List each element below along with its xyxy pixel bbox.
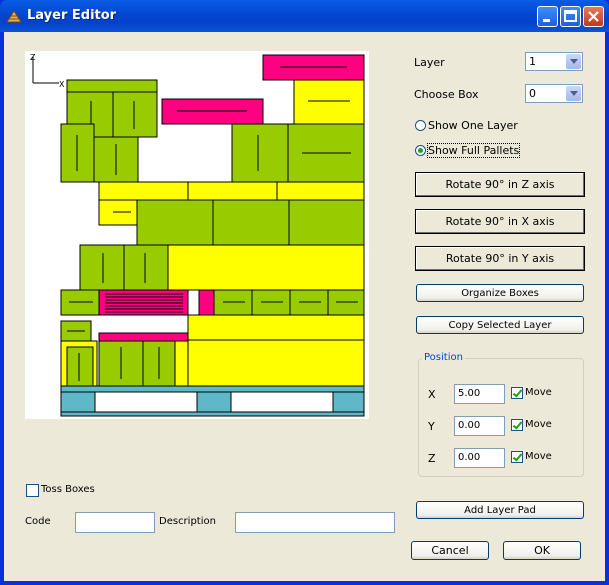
pallet-gap[interactable] <box>230 391 334 413</box>
pallet-view[interactable]: ZX <box>25 51 369 419</box>
layers-icon <box>6 10 22 23</box>
radio-circle-selected[interactable] <box>415 145 426 156</box>
ok-button[interactable]: OK <box>503 541 581 560</box>
window-title: Layer Editor <box>27 8 117 23</box>
box[interactable] <box>212 199 290 246</box>
choose-box-select[interactable]: 0 <box>525 84 583 103</box>
y-label: Y <box>428 420 435 433</box>
layer-editor-window: Layer Editor ZX Layer 1 Choose Box 0 Sho… <box>0 0 609 585</box>
maximize-icon <box>564 10 577 22</box>
box[interactable] <box>187 314 365 341</box>
box[interactable] <box>187 289 200 316</box>
radio-circle[interactable] <box>415 120 426 131</box>
description-label: Description <box>159 516 216 527</box>
chevron-down-icon[interactable] <box>566 86 581 101</box>
chevron-down-icon[interactable] <box>566 54 581 69</box>
minimize-icon <box>543 19 550 22</box>
x-axis-label: X <box>59 80 65 89</box>
description-field[interactable] <box>235 512 395 533</box>
x-field[interactable]: 5.00 <box>454 384 505 404</box>
minimize-button[interactable] <box>537 6 558 27</box>
choose-box-value: 0 <box>529 87 536 100</box>
pallet-drawing: ZX <box>30 53 365 417</box>
box-magenta[interactable] <box>98 332 189 342</box>
close-icon <box>588 11 599 22</box>
box[interactable] <box>66 79 158 93</box>
x-label: X <box>428 388 436 401</box>
organize-boxes-button[interactable]: Organize Boxes <box>416 284 584 302</box>
z-field[interactable]: 0.00 <box>454 448 505 468</box>
cancel-button[interactable]: Cancel <box>411 541 489 560</box>
box[interactable] <box>66 346 94 387</box>
box[interactable] <box>187 181 278 201</box>
rotate-x-button[interactable]: Rotate 90° in X axis <box>415 209 585 234</box>
dialog-client: ZX Layer 1 Choose Box 0 Show One Layer S… <box>4 32 605 581</box>
pallet-top-deck[interactable] <box>60 385 365 393</box>
box[interactable] <box>123 244 169 291</box>
box-yellow[interactable] <box>293 79 365 125</box>
show-full-pallets-radio[interactable]: Show Full Pallets <box>415 143 521 158</box>
box[interactable] <box>79 244 125 291</box>
layer-value: 1 <box>529 55 536 68</box>
layer-label: Layer <box>414 56 445 69</box>
copy-selected-layer-button[interactable]: Copy Selected Layer <box>416 316 584 334</box>
y-move-label: Move <box>525 419 552 430</box>
box[interactable] <box>231 123 289 183</box>
z-axis-label: Z <box>30 53 36 62</box>
box[interactable] <box>136 199 214 246</box>
pallet-block[interactable] <box>196 391 232 413</box>
pallet-bottom-deck[interactable] <box>60 411 365 417</box>
z-label: Z <box>428 452 436 465</box>
box[interactable] <box>167 244 365 291</box>
toss-boxes-label: Toss Boxes <box>41 484 95 495</box>
y-move-checkbox[interactable] <box>511 419 523 431</box>
pallet-gap[interactable] <box>94 391 198 413</box>
toss-boxes-checkbox[interactable] <box>26 484 39 497</box>
z-move-label: Move <box>525 451 552 462</box>
maximize-button[interactable] <box>560 6 581 27</box>
show-full-pallets-label: Show Full Pallets <box>426 143 521 158</box>
x-move-checkbox[interactable] <box>511 387 523 399</box>
pallet-block[interactable] <box>60 391 96 413</box>
box[interactable] <box>174 340 189 387</box>
y-field[interactable]: 0.00 <box>454 416 505 436</box>
rotate-y-button[interactable]: Rotate 90° in Y axis <box>415 246 585 271</box>
box[interactable] <box>276 181 365 201</box>
code-label: Code <box>25 516 51 527</box>
position-group-title: Position <box>422 352 465 363</box>
close-button[interactable] <box>583 6 604 27</box>
box-magenta[interactable] <box>198 289 215 316</box>
pallet-block[interactable] <box>332 391 365 413</box>
box[interactable] <box>288 199 365 246</box>
box[interactable] <box>98 181 189 201</box>
show-one-layer-label: Show One Layer <box>428 119 518 132</box>
code-field[interactable] <box>75 512 155 533</box>
choose-box-label: Choose Box <box>414 88 479 101</box>
box[interactable] <box>187 339 365 387</box>
z-move-checkbox[interactable] <box>511 451 523 463</box>
add-layer-pad-button[interactable]: Add Layer Pad <box>416 501 584 519</box>
show-one-layer-radio[interactable]: Show One Layer <box>415 119 518 132</box>
layer-select[interactable]: 1 <box>525 52 583 71</box>
x-move-label: Move <box>525 387 552 398</box>
title-bar[interactable]: Layer Editor <box>0 0 609 32</box>
rotate-z-button[interactable]: Rotate 90° in Z axis <box>415 172 585 197</box>
